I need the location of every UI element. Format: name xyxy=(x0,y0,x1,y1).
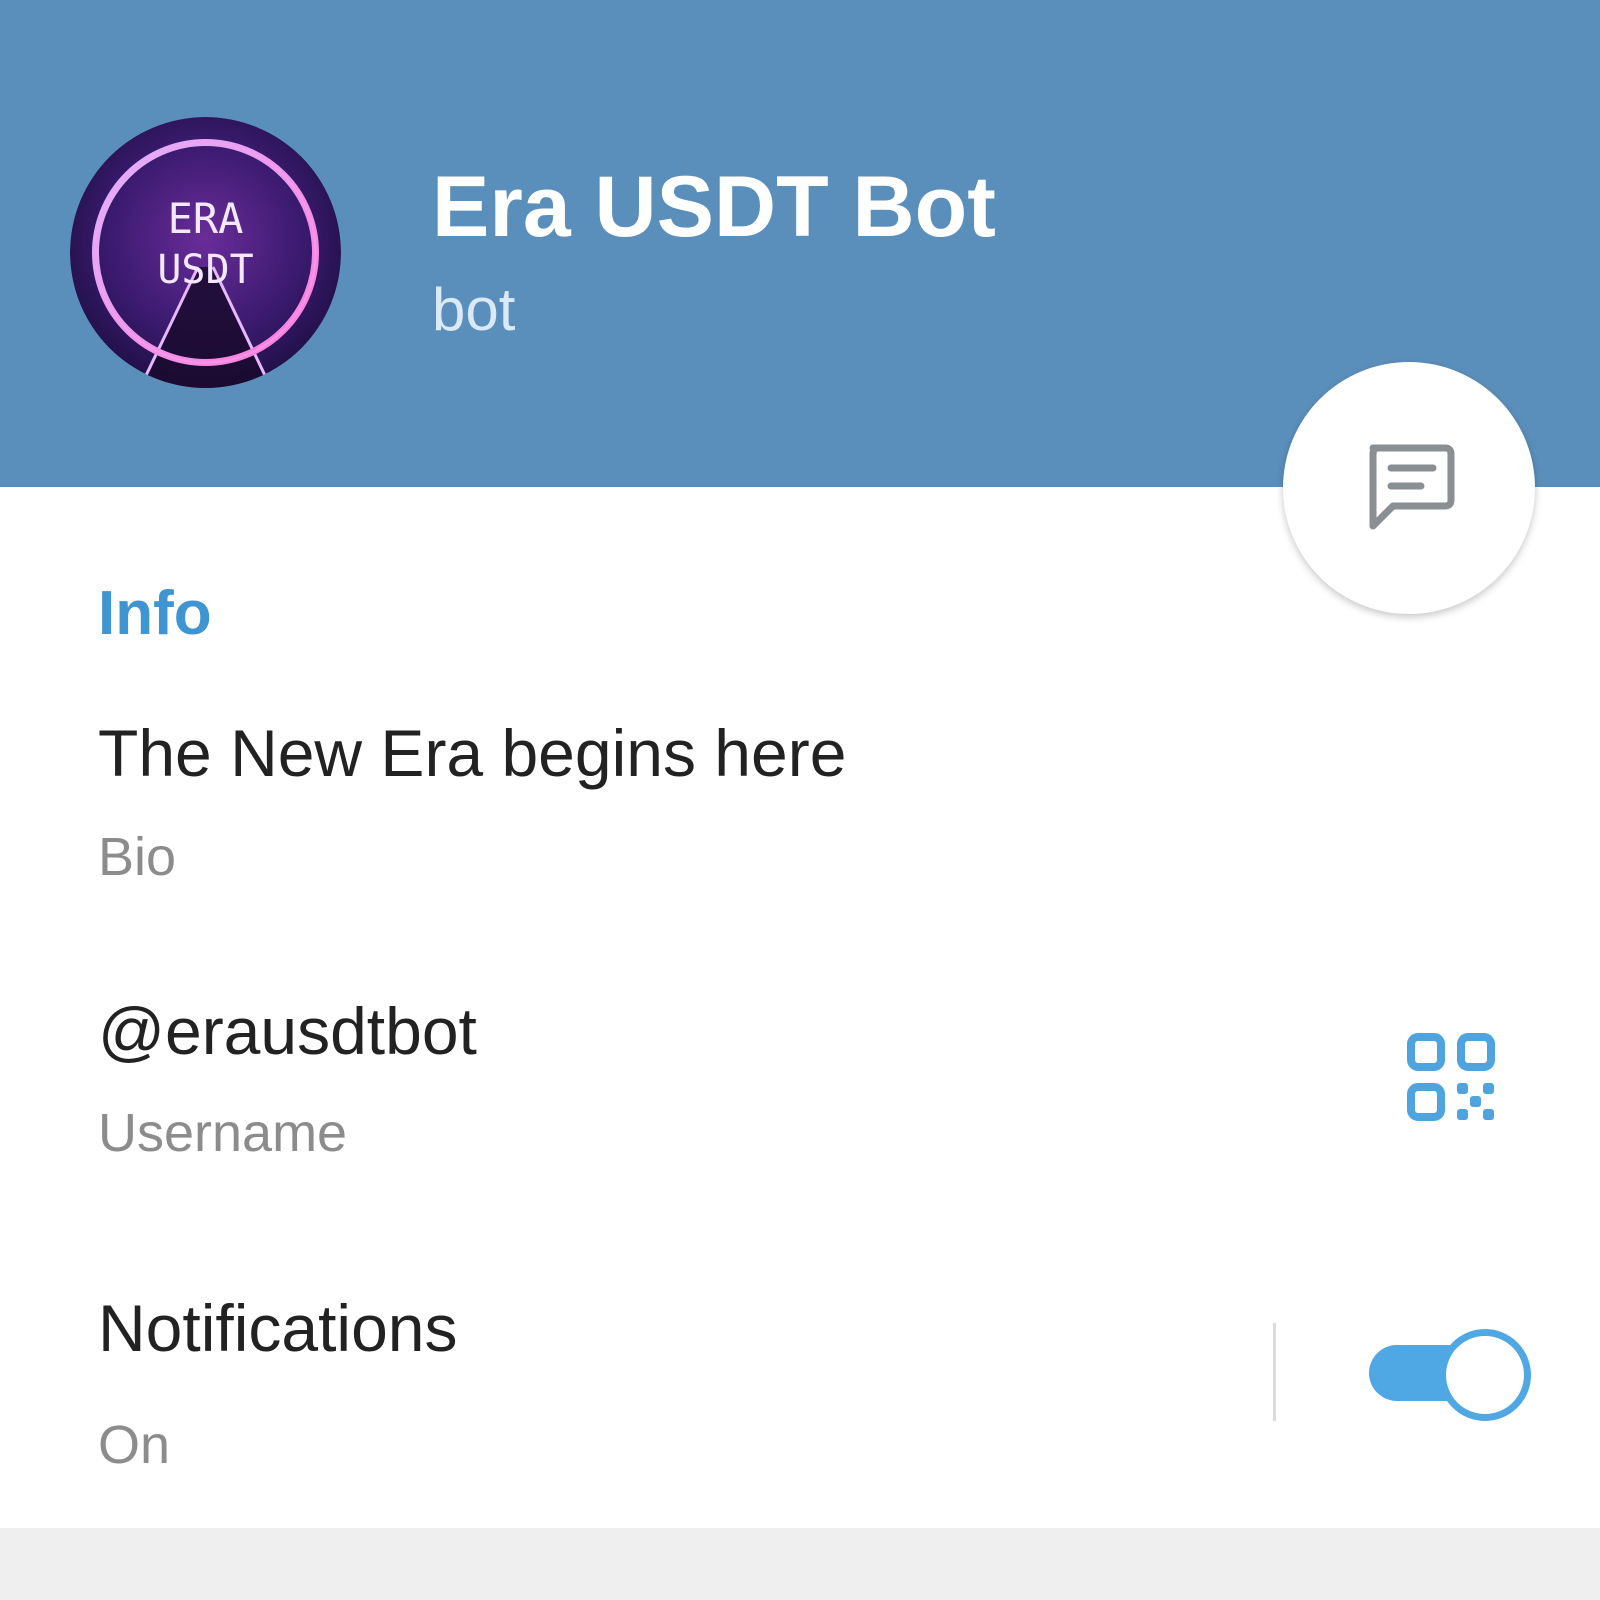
bio-value[interactable]: The New Era begins here xyxy=(98,715,846,791)
message-icon xyxy=(1369,444,1455,530)
profile-type: bot xyxy=(432,276,516,343)
svg-text:ERA: ERA xyxy=(168,194,244,243)
svg-text:USDT: USDT xyxy=(157,247,253,293)
toggle-knob xyxy=(1439,1329,1531,1421)
avatar[interactable]: ERA USDT xyxy=(70,117,341,388)
bio-label: Bio xyxy=(98,827,177,887)
send-message-button[interactable] xyxy=(1283,362,1535,614)
avatar-image: ERA USDT xyxy=(70,117,341,388)
divider xyxy=(1273,1323,1276,1421)
info-section-title: Info xyxy=(98,579,212,648)
qr-code-button[interactable] xyxy=(1404,1030,1500,1126)
profile-name: Era USDT Bot xyxy=(432,159,996,255)
notifications-title[interactable]: Notifications xyxy=(98,1290,458,1366)
username-label: Username xyxy=(98,1103,348,1163)
qr-code-icon xyxy=(1407,1033,1495,1121)
notifications-status: On xyxy=(98,1415,171,1475)
notifications-toggle[interactable] xyxy=(1367,1327,1531,1421)
username-value[interactable]: @erausdtbot xyxy=(98,993,477,1069)
